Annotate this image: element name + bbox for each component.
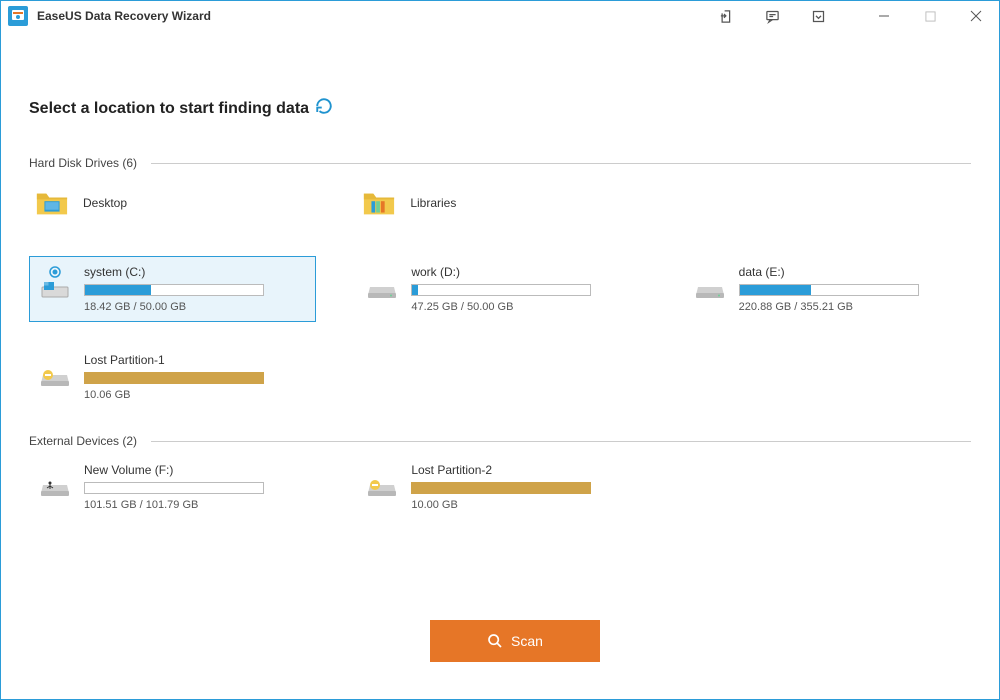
- location-libraries[interactable]: Libraries: [356, 180, 643, 226]
- drive-lost2-size: 10.00 GB: [411, 499, 636, 511]
- usb-drive-icon: [41, 479, 69, 497]
- drive-lost2-bar: [411, 482, 591, 494]
- drive-work-d[interactable]: work (D:) 47.25 GB / 50.00 GB: [356, 256, 643, 322]
- section-hdd-header: Hard Disk Drives (6): [29, 156, 971, 170]
- minimize-button[interactable]: [861, 1, 907, 31]
- drive-lost-partition-2[interactable]: Lost Partition-2 10.00 GB: [356, 454, 643, 520]
- location-desktop-label: Desktop: [83, 196, 127, 210]
- drive-d-bar: [411, 284, 591, 296]
- scan-button[interactable]: Scan: [430, 620, 600, 662]
- libraries-folder-icon: [362, 188, 396, 218]
- section-ext-title: External Devices (2): [29, 434, 137, 448]
- drive-new-volume-f[interactable]: New Volume (F:) 101.51 GB / 101.79 GB: [29, 454, 316, 520]
- drive-d-name: work (D:): [411, 265, 636, 279]
- drive-f-name: New Volume (F:): [84, 463, 309, 477]
- lost-partition-icon: [41, 369, 69, 387]
- radio-selected-icon: [49, 265, 61, 277]
- divider: [151, 163, 971, 164]
- titlebar: EaseUS Data Recovery Wizard: [1, 1, 999, 31]
- drive-lost1-name: Lost Partition-1: [84, 353, 309, 367]
- drive-e-bar: [739, 284, 919, 296]
- app-title: EaseUS Data Recovery Wizard: [37, 9, 703, 23]
- drive-e-name: data (E:): [739, 265, 964, 279]
- divider: [151, 441, 971, 442]
- section-ext-header: External Devices (2): [29, 434, 971, 448]
- drive-lost1-bar: [84, 372, 264, 384]
- desktop-folder-icon: [35, 188, 69, 218]
- hdd-icon: [696, 281, 724, 299]
- close-button[interactable]: [953, 1, 999, 31]
- app-logo-icon: [7, 5, 29, 27]
- drive-f-bar: [84, 482, 264, 494]
- windows-drive-icon: [41, 281, 69, 299]
- drive-d-size: 47.25 GB / 50.00 GB: [411, 301, 636, 313]
- refresh-icon[interactable]: [315, 97, 333, 120]
- drive-c-bar: [84, 284, 264, 296]
- drive-e-size: 220.88 GB / 355.21 GB: [739, 301, 964, 313]
- maximize-button[interactable]: [907, 1, 953, 31]
- section-hdd-title: Hard Disk Drives (6): [29, 156, 137, 170]
- drive-lost1-size: 10.06 GB: [84, 389, 309, 401]
- drive-f-size: 101.51 GB / 101.79 GB: [84, 499, 309, 511]
- drive-lost2-name: Lost Partition-2: [411, 463, 636, 477]
- drive-c-name: system (C:): [84, 265, 309, 279]
- scan-button-label: Scan: [511, 633, 543, 649]
- headline-text: Select a location to start finding data: [29, 100, 309, 118]
- drive-data-e[interactable]: data (E:) 220.88 GB / 355.21 GB: [684, 256, 971, 322]
- drive-c-size: 18.42 GB / 50.00 GB: [84, 301, 309, 313]
- page-headline: Select a location to start finding data: [29, 97, 971, 120]
- menu-dropdown-icon[interactable]: [795, 1, 841, 31]
- feedback-icon[interactable]: [749, 1, 795, 31]
- search-icon: [487, 633, 503, 649]
- import-icon[interactable]: [703, 1, 749, 31]
- lost-partition-icon: [368, 479, 396, 497]
- drive-system-c[interactable]: system (C:) 18.42 GB / 50.00 GB: [29, 256, 316, 322]
- drive-lost-partition-1[interactable]: Lost Partition-1 10.06 GB: [29, 344, 316, 410]
- hdd-icon: [368, 281, 396, 299]
- location-libraries-label: Libraries: [410, 196, 456, 210]
- location-desktop[interactable]: Desktop: [29, 180, 316, 226]
